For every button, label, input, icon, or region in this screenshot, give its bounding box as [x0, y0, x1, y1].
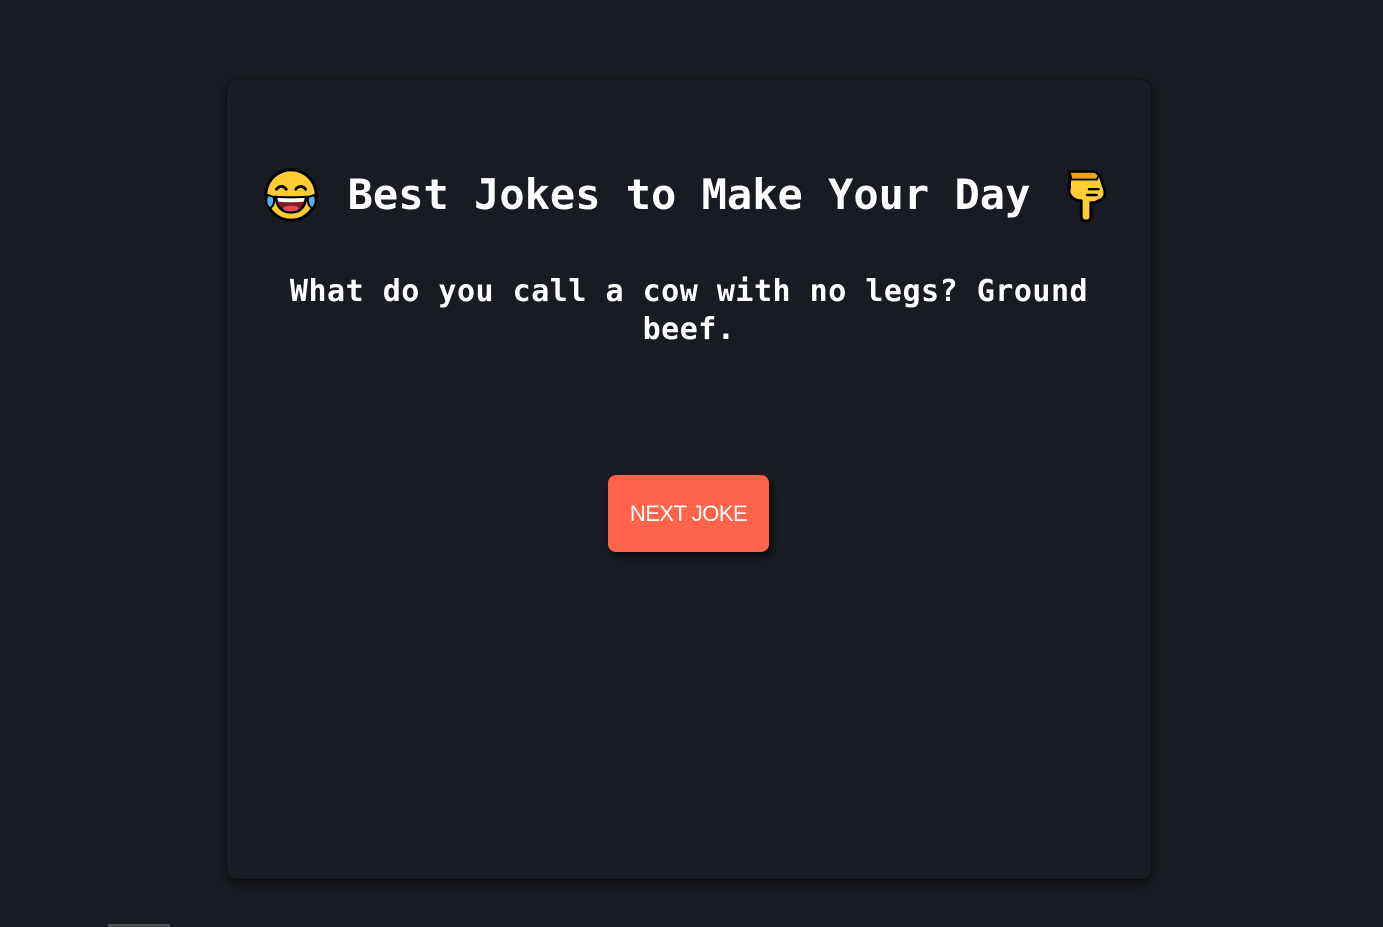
joke-text: What do you call a cow with no legs? Gro…	[289, 274, 1089, 347]
pointing-down-hand-icon	[1058, 166, 1116, 224]
face-with-tears-of-joy-icon	[262, 166, 320, 224]
page-title: Best Jokes to Make Your Day	[347, 170, 1031, 219]
header: Best Jokes to Make Your Day	[227, 166, 1151, 224]
joke-card: Best Jokes to Make Your Day What do you …	[227, 80, 1151, 879]
next-joke-button[interactable]: NEXT JOKE	[608, 475, 769, 552]
